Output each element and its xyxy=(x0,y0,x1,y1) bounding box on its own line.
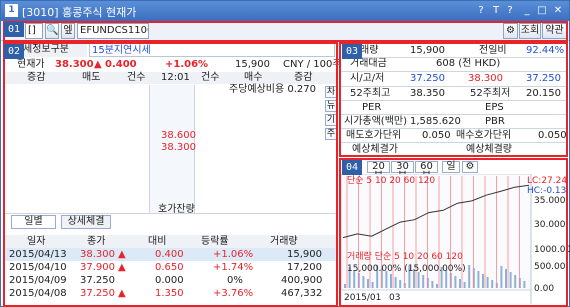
help-icon-2[interactable]: ? xyxy=(504,4,516,17)
highlight-box-03 xyxy=(339,42,568,157)
close-icon[interactable]: ✕ xyxy=(552,4,564,17)
quote-window: 1 [3010] 홍콩주식 현재가 ? T ? _ □ ✕ [] 🔍 엪 EFU… xyxy=(0,0,570,307)
app-icon: 1 xyxy=(5,4,18,17)
title-bar: 1 [3010] 홍콩주식 현재가 ? T ? _ □ ✕ xyxy=(1,1,569,21)
section-tag-01: 01 xyxy=(4,22,24,37)
highlight-box-01 xyxy=(3,21,568,42)
highlight-box-02 xyxy=(3,42,338,307)
maximize-icon[interactable]: □ xyxy=(536,4,548,17)
section-tag-03: 03 xyxy=(342,44,362,59)
section-tag-02: 02 xyxy=(4,44,24,59)
highlight-box-04 xyxy=(339,158,568,307)
minimize-icon[interactable]: _ xyxy=(521,4,533,17)
help-icon[interactable]: ? xyxy=(475,4,487,17)
font-icon[interactable]: T xyxy=(490,4,502,17)
section-tag-04: 04 xyxy=(342,160,362,175)
window-title: [3010] 홍콩주식 현재가 xyxy=(22,6,137,19)
